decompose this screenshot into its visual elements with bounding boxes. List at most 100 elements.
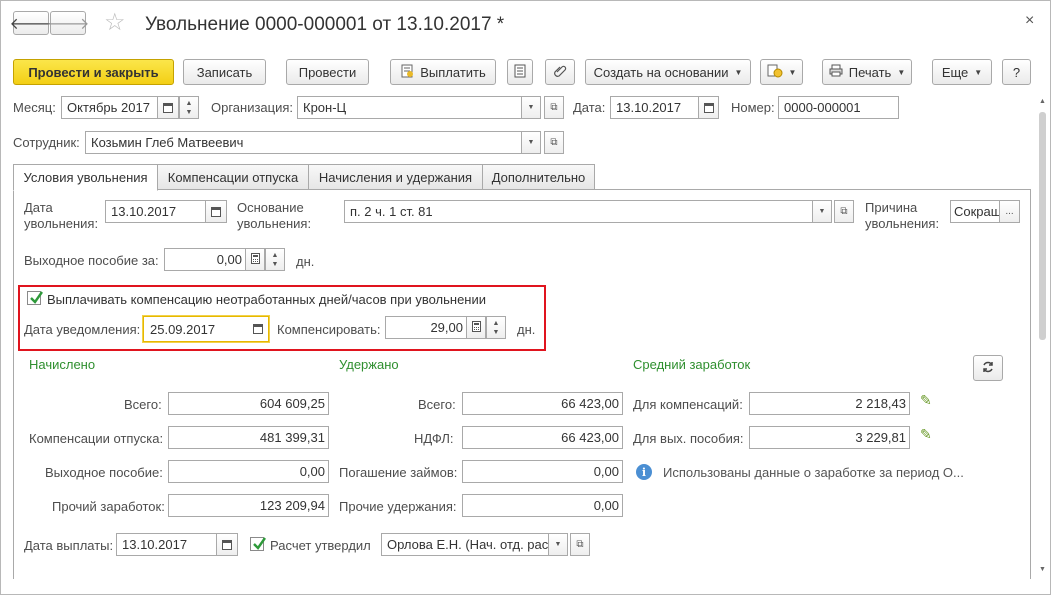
spin-up-icon: ▲ <box>492 319 500 327</box>
documents-clock-icon <box>767 64 783 81</box>
spin-down-icon: ▼ <box>492 328 500 336</box>
edit-pencil-icon[interactable]: ✎ <box>920 392 932 409</box>
severance-spinner[interactable]: ▲ ▼ <box>265 248 285 271</box>
calendar-icon[interactable] <box>253 324 263 334</box>
ledger-icon <box>514 64 526 81</box>
pay-button[interactable]: Выплатить <box>390 59 496 85</box>
spin-down-icon: ▼ <box>185 108 193 116</box>
organization-label: Организация: <box>211 100 294 115</box>
severance-days-input[interactable]: 0,00 <box>164 248 246 271</box>
number-input[interactable]: 0000-000001 <box>778 96 899 119</box>
avg-compensation-label: Для компенсаций: <box>633 397 743 412</box>
open-icon: ⧉ <box>550 102 558 113</box>
approved-by-dropdown-button[interactable]: ▼ <box>548 533 568 556</box>
tab-additional[interactable]: Дополнительно <box>482 164 595 190</box>
favorite-star-icon[interactable]: ☆ <box>104 10 126 36</box>
tab-accruals-deductions[interactable]: Начисления и удержания <box>308 164 483 190</box>
withheld-section-title: Удержано <box>339 357 399 372</box>
spin-up-icon: ▲ <box>185 99 193 107</box>
date-input[interactable]: 13.10.2017 <box>610 96 699 119</box>
calendar-icon <box>211 206 221 217</box>
calculator-icon <box>250 252 260 267</box>
ledger-button[interactable] <box>507 59 533 85</box>
compensate-unit: дн. <box>517 322 536 337</box>
attach-button[interactable] <box>545 59 575 85</box>
print-button-label: Печать <box>848 64 892 80</box>
scroll-up-icon[interactable]: ▲ <box>1039 98 1046 105</box>
employee-open-button[interactable]: ⧉ <box>544 131 564 154</box>
page-title: Увольнение 0000-000001 от 13.10.2017 * <box>145 14 505 35</box>
avg-severance-field: 3 229,81 <box>749 426 910 449</box>
dropdown-arrow-icon: ▼ <box>527 104 535 111</box>
organization-input[interactable]: Крон-Ц <box>297 96 522 119</box>
calendar-icon <box>163 102 173 113</box>
printer-icon <box>829 64 843 80</box>
reason-select-button[interactable]: ... <box>999 200 1020 223</box>
create-based-on-button[interactable]: Создать на основании ▼ <box>585 59 751 85</box>
compensate-calc-button[interactable] <box>466 316 486 339</box>
notice-date-label: Дата уведомления: <box>24 322 141 337</box>
more-button-label: Еще <box>941 64 969 80</box>
print-button[interactable]: Печать ▼ <box>822 59 912 85</box>
spin-down-icon: ▼ <box>271 260 279 268</box>
date-label: Дата: <box>573 100 606 115</box>
pay-date-label: Дата выплаты: <box>24 538 114 553</box>
approved-by-input[interactable]: Орлова Е.Н. (Нач. отд. рас <box>381 533 549 556</box>
dismissal-date-input[interactable]: 13.10.2017 <box>105 200 206 223</box>
pay-compensation-checkbox[interactable] <box>27 291 43 305</box>
accrued-section-title: Начислено <box>29 357 96 372</box>
compensate-days-input[interactable]: 29,00 <box>385 316 467 339</box>
reason-label-line2: увольнения: <box>865 216 940 231</box>
approved-by-open-button[interactable]: ⧉ <box>570 533 590 556</box>
calculation-approved-checkbox[interactable] <box>250 537 266 551</box>
earnings-period-info-link[interactable]: Использованы данные о заработке за перио… <box>663 465 964 480</box>
vacation-comp-field: 481 399,31 <box>168 426 329 449</box>
pay-date-calendar-button[interactable] <box>216 533 238 556</box>
severance-pay-field: 0,00 <box>168 460 329 483</box>
severance-label: Выходное пособие за: <box>24 253 159 268</box>
save-button[interactable]: Записать <box>183 59 266 85</box>
loan-repayment-label: Погашение займов: <box>339 465 458 480</box>
tab-dismissal-conditions[interactable]: Условия увольнения <box>13 164 158 191</box>
tab-vacation-compensation[interactable]: Компенсации отпуска <box>157 164 309 190</box>
related-documents-button[interactable]: ▼ <box>760 59 803 85</box>
pay-button-label: Выплатить <box>420 64 486 80</box>
employee-input[interactable]: Козьмин Глеб Матвеевич <box>85 131 522 154</box>
refresh-button[interactable] <box>973 355 1003 381</box>
pay-date-input[interactable]: 13.10.2017 <box>116 533 217 556</box>
reason-input[interactable]: Сокращ <box>950 200 1000 223</box>
close-icon[interactable]: × <box>1025 12 1034 30</box>
scrollbar-thumb[interactable] <box>1039 112 1046 340</box>
spin-up-icon: ▲ <box>271 251 279 259</box>
month-calendar-button[interactable] <box>157 96 179 119</box>
date-calendar-button[interactable] <box>698 96 719 119</box>
forward-button[interactable]: 🡒 <box>47 11 89 35</box>
month-spinner[interactable]: ▲ ▼ <box>179 96 199 119</box>
severance-calc-button[interactable] <box>245 248 265 271</box>
notice-date-value: 25.09.2017 <box>150 321 216 337</box>
withheld-total-field: 66 423,00 <box>462 392 623 415</box>
organization-dropdown-button[interactable]: ▼ <box>521 96 541 119</box>
help-button[interactable]: ? <box>1002 59 1031 85</box>
more-button[interactable]: Еще ▼ <box>932 59 992 85</box>
other-earnings-field: 123 209,94 <box>168 494 329 517</box>
compensate-spinner[interactable]: ▲ ▼ <box>486 316 506 339</box>
organization-open-button[interactable]: ⧉ <box>544 96 564 119</box>
basis-dropdown-button[interactable]: ▼ <box>812 200 832 223</box>
post-button[interactable]: Провести <box>286 59 369 85</box>
edit-pencil-icon[interactable]: ✎ <box>920 426 932 443</box>
scroll-down-icon[interactable]: ▼ <box>1039 566 1046 573</box>
compensate-label: Компенсировать: <box>277 322 381 337</box>
back-button[interactable]: 🡐 <box>10 11 52 35</box>
basis-input[interactable]: п. 2 ч. 1 ст. 81 <box>344 200 813 223</box>
basis-open-button[interactable]: ⧉ <box>834 200 854 223</box>
accrued-total-label: Всего: <box>124 397 162 412</box>
vacation-comp-label: Компенсации отпуска: <box>29 431 164 446</box>
post-and-close-button[interactable]: Провести и закрыть <box>13 59 174 85</box>
paperclip-icon <box>553 64 567 81</box>
dismissal-date-calendar-button[interactable] <box>205 200 227 223</box>
notice-date-input[interactable]: 25.09.2017 <box>143 316 269 342</box>
calculator-icon <box>471 320 481 335</box>
month-input[interactable]: Октябрь 2017 <box>61 96 158 119</box>
employee-dropdown-button[interactable]: ▼ <box>521 131 541 154</box>
